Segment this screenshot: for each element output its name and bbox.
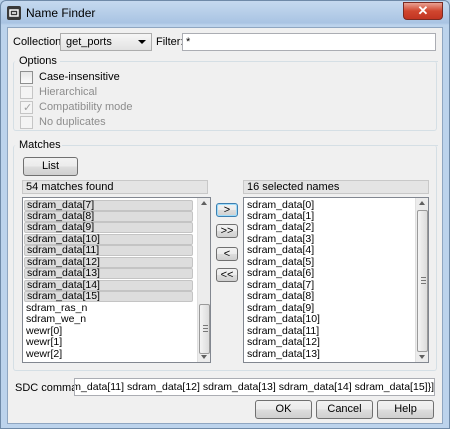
list-item[interactable]: sdram_data[15] (24, 291, 193, 302)
filter-label: Filter: (156, 36, 184, 48)
remove-selected-button[interactable]: < (216, 247, 238, 261)
checkmark-icon: ✓ (23, 102, 33, 114)
list-item[interactable]: sdram_data[6] (245, 268, 314, 279)
matches-scrollbar[interactable] (197, 198, 210, 362)
checkbox-box (20, 71, 33, 84)
scroll-thumb[interactable] (417, 210, 428, 352)
selected-list[interactable]: sdram_data[0] sdram_data[1] sdram_data[2… (243, 197, 429, 363)
checkbox-box: ✓ (20, 101, 33, 114)
selected-scrollbar[interactable] (415, 198, 428, 362)
filter-input[interactable]: * (182, 33, 436, 51)
cancel-button[interactable]: Cancel (316, 400, 373, 419)
add-all-button[interactable]: >> (216, 224, 238, 238)
list-item[interactable]: sdram_data[12] (245, 337, 320, 348)
scroll-thumb[interactable] (199, 304, 210, 354)
list-button[interactable]: List (23, 157, 78, 176)
scroll-down-icon[interactable] (201, 355, 207, 359)
list-item[interactable]: sdram_we_n (24, 314, 86, 325)
add-selected-button[interactable]: > (216, 203, 238, 217)
grip-line (421, 280, 426, 281)
grip-line (421, 283, 426, 284)
collection-dropdown[interactable]: get_ports (60, 33, 152, 51)
checkbox-box (20, 116, 33, 129)
list-item[interactable]: wewr[1] (24, 337, 62, 348)
ok-button[interactable]: OK (255, 400, 312, 419)
list-item[interactable]: sdram_data[10] (245, 314, 320, 325)
collection-label: Collection: (13, 36, 65, 48)
app-icon (7, 6, 21, 20)
list-item[interactable]: sdram_data[2] (245, 222, 314, 233)
grip-line (203, 328, 208, 329)
dialog-body: Collection: get_ports Filter: * Options … (7, 27, 443, 424)
checkbox-label: Case-insensitive (39, 71, 120, 83)
matches-count-header: 54 matches found (22, 180, 208, 194)
grip-line (203, 331, 208, 332)
list-item[interactable]: sdram_data[13] (245, 349, 320, 360)
list-item[interactable]: sdram_data[11] (24, 245, 193, 256)
chevron-down-icon (138, 40, 146, 44)
close-icon[interactable]: ✕ (403, 2, 443, 20)
scroll-up-icon[interactable] (419, 201, 425, 205)
matches-list[interactable]: sdram_data[7] sdram_data[8] sdram_data[9… (22, 197, 211, 363)
list-item[interactable]: wewr[2] (24, 349, 62, 360)
grip-line (203, 325, 208, 326)
grip-line (421, 277, 426, 278)
checkbox-label: Hierarchical (39, 86, 98, 98)
scroll-up-icon[interactable] (201, 201, 207, 205)
title-bar[interactable]: Name Finder ✕ (1, 1, 449, 25)
window-title: Name Finder (26, 6, 96, 20)
remove-all-button[interactable]: << (216, 268, 238, 282)
checkbox-label: No duplicates (39, 116, 106, 128)
list-item[interactable]: sdram_data[8] (245, 291, 314, 302)
list-item[interactable]: sdram_data[13] (24, 268, 193, 279)
help-button[interactable]: Help (377, 400, 434, 419)
checkbox-box (20, 86, 33, 99)
sdc-command-field[interactable]: n_data[10] sdram_data[11] sdram_data[12]… (74, 378, 435, 396)
sdc-command-text: n_data[10] sdram_data[11] sdram_data[12]… (75, 381, 434, 393)
scroll-down-icon[interactable] (419, 355, 425, 359)
checkbox-label: Compatibility mode (39, 101, 133, 113)
selected-count-header: 16 selected names (243, 180, 429, 194)
list-item[interactable]: sdram_data[9] (24, 222, 193, 233)
collection-value: get_ports (66, 36, 112, 48)
name-finder-window: Name Finder ✕ Collection: get_ports Filt… (0, 0, 450, 429)
list-item[interactable]: sdram_data[4] (245, 245, 314, 256)
